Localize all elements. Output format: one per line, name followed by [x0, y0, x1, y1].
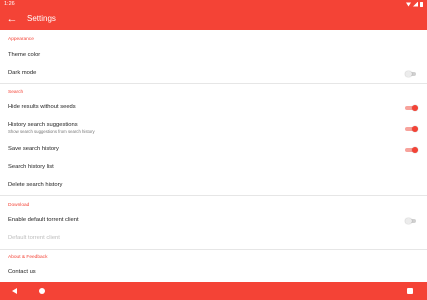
- divider: [0, 83, 427, 84]
- hide-results-item[interactable]: Hide results without seeds: [0, 101, 427, 115]
- save-history-label: Save search history: [8, 146, 59, 152]
- switch-thumb: [405, 70, 412, 77]
- divider: [0, 195, 427, 196]
- section-header-appearance: Appearance: [8, 37, 34, 42]
- delete-search-history-label: Delete search history: [8, 182, 63, 188]
- section-header-about: About & Feedback: [8, 255, 48, 260]
- theme-color-label: Theme color: [8, 52, 41, 58]
- contact-us-label: Contact us: [8, 269, 36, 275]
- nav-recents-icon[interactable]: [407, 288, 413, 294]
- dark-mode-item[interactable]: Dark mode: [0, 67, 427, 81]
- save-history-item[interactable]: Save search history: [0, 143, 427, 157]
- switch-thumb: [405, 217, 412, 224]
- save-history-switch[interactable]: [405, 146, 418, 153]
- history-suggestions-item[interactable]: History search suggestions Show search s…: [0, 119, 427, 137]
- dark-mode-label: Dark mode: [8, 70, 37, 76]
- history-suggestions-summary: Show search suggestions from search hist…: [8, 129, 95, 134]
- app-bar: ← Settings: [0, 8, 427, 30]
- section-header-search: Search: [8, 90, 24, 95]
- history-suggestions-label: History search suggestions: [8, 122, 78, 128]
- history-suggestions-switch[interactable]: [405, 125, 418, 132]
- default-client-label: Default torrent client: [8, 235, 60, 241]
- navigation-bar: [0, 282, 427, 300]
- settings-list: Appearance Theme color Dark mode Search …: [0, 30, 427, 282]
- theme-color-item[interactable]: Theme color: [0, 49, 427, 63]
- hide-results-switch[interactable]: [405, 104, 418, 111]
- delete-search-history-item[interactable]: Delete search history: [0, 179, 427, 193]
- page-title: Settings: [27, 14, 56, 23]
- switch-thumb: [411, 146, 418, 153]
- status-icons: [406, 0, 423, 8]
- search-history-list-item[interactable]: Search history list: [0, 161, 427, 175]
- enable-default-client-label: Enable default torrent client: [8, 217, 79, 223]
- switch-thumb: [411, 104, 418, 111]
- enable-default-client-item[interactable]: Enable default torrent client: [0, 214, 427, 228]
- hide-results-label: Hide results without seeds: [8, 104, 76, 110]
- search-history-list-label: Search history list: [8, 164, 54, 170]
- signal-icon: [413, 1, 418, 7]
- battery-icon: [420, 1, 423, 7]
- status-time: 1:26: [4, 1, 15, 7]
- wifi-icon: [406, 2, 411, 7]
- back-arrow-icon[interactable]: ←: [5, 11, 19, 27]
- section-header-download: Download: [8, 203, 30, 208]
- status-bar: 1:26: [0, 0, 427, 8]
- nav-back-icon[interactable]: [12, 287, 17, 294]
- enable-default-client-switch[interactable]: [405, 217, 418, 224]
- divider: [0, 249, 427, 250]
- default-client-item: Default torrent client: [0, 232, 427, 246]
- nav-home-icon[interactable]: [39, 288, 45, 294]
- dark-mode-switch[interactable]: [405, 70, 418, 77]
- switch-thumb: [411, 125, 418, 132]
- contact-us-item[interactable]: Contact us: [0, 266, 427, 280]
